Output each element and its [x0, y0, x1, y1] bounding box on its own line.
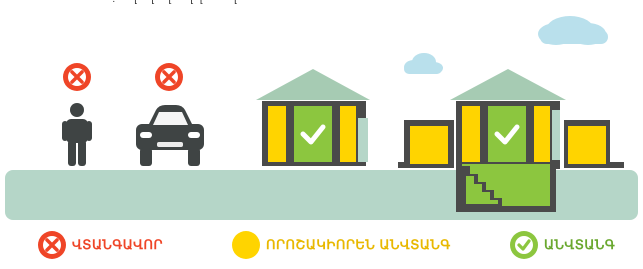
check-circle-icon: [510, 231, 538, 259]
person-icon: [62, 103, 92, 166]
legend-item-safe: ԱՆՎՏԱՆԳ: [510, 228, 615, 262]
legend-label-relatively-safe: ՈՐՈՇԱԿԻՈՐԵՆ ԱՆՎՏԱՆԳ: [266, 237, 451, 252]
legend-label-safe: ԱՆՎՏԱՆԳ: [544, 237, 616, 252]
x-circle-icon: [38, 231, 66, 259]
house-building: [256, 69, 370, 166]
basement: [456, 164, 556, 212]
cloud-icon: [538, 16, 608, 45]
house-building: [398, 69, 624, 169]
legend-label-dangerous: ՎՏԱՆԳԱՎՈՐ: [72, 237, 163, 252]
x-circle-icon: [155, 63, 183, 91]
yellow-circle-icon: [232, 231, 260, 259]
legend-item-relatively-safe: ՈՐՈՇԱԿԻՈՐԵՆ ԱՆՎՏԱՆԳ: [232, 228, 451, 262]
cloud-icon: [404, 53, 443, 74]
x-circle-icon: [63, 63, 91, 91]
legend-item-dangerous: ՎՏԱՆԳԱՎՈՐ: [38, 228, 163, 262]
car-icon: [136, 105, 204, 166]
